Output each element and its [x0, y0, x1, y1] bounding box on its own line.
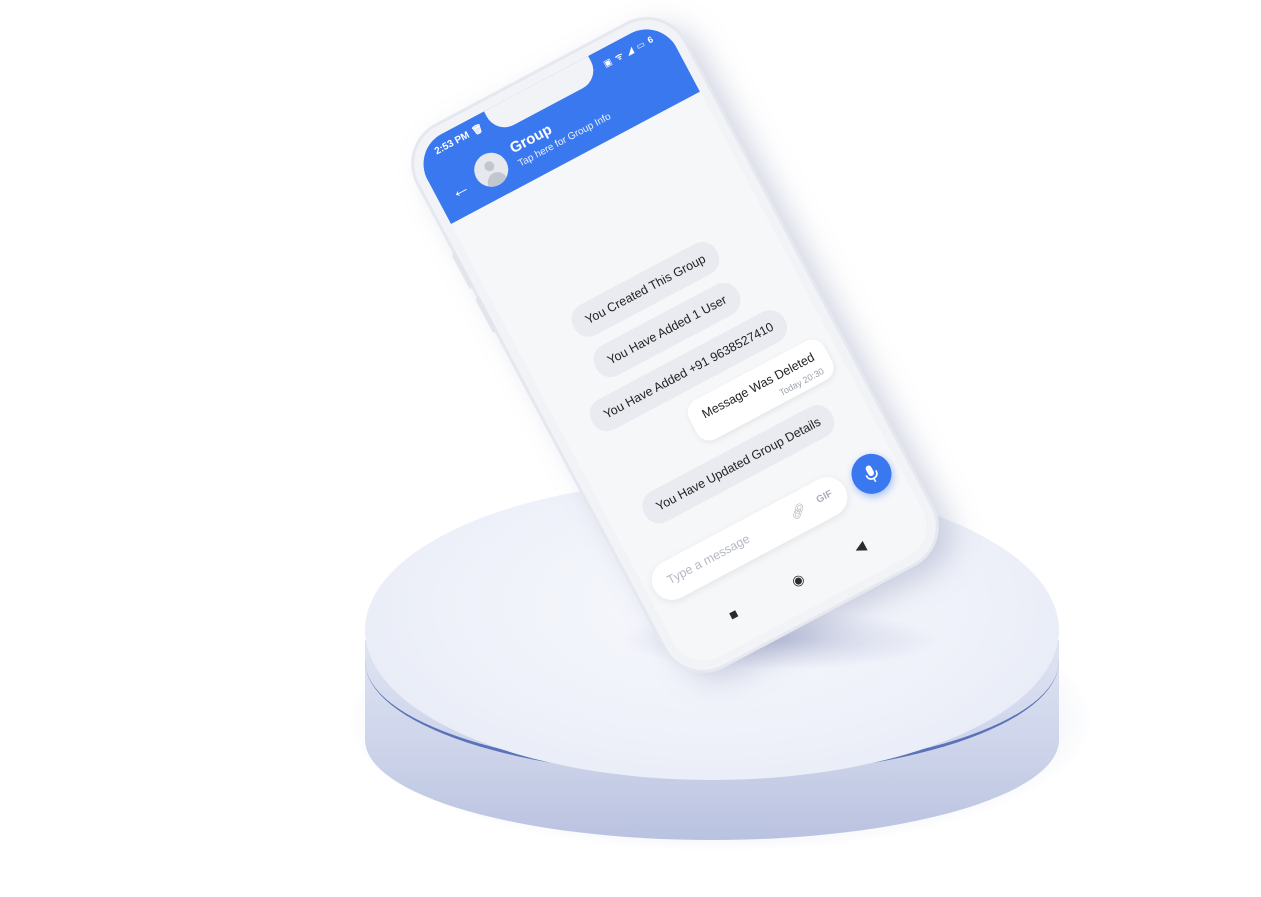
message-input[interactable]: Type a message	[665, 532, 753, 587]
status-icons: ▣ ᯤ ◢ ▭ 6	[601, 33, 656, 69]
microphone-button[interactable]	[844, 446, 899, 501]
gif-button[interactable]: GIF	[815, 488, 835, 506]
link-icon[interactable]: 🔗︎	[787, 501, 809, 523]
microphone-icon	[865, 465, 878, 483]
avatar[interactable]	[468, 146, 515, 193]
avatar-body	[484, 168, 509, 191]
avatar-head	[482, 159, 497, 173]
recents-icon[interactable]: ■	[726, 605, 741, 623]
status-time: 2:53 PM	[432, 129, 472, 158]
home-icon[interactable]: ◉	[789, 570, 807, 590]
back-arrow-icon[interactable]: ←	[446, 175, 474, 204]
trash-icon: 🗑	[470, 122, 485, 137]
back-icon[interactable]: ◀	[851, 537, 868, 556]
